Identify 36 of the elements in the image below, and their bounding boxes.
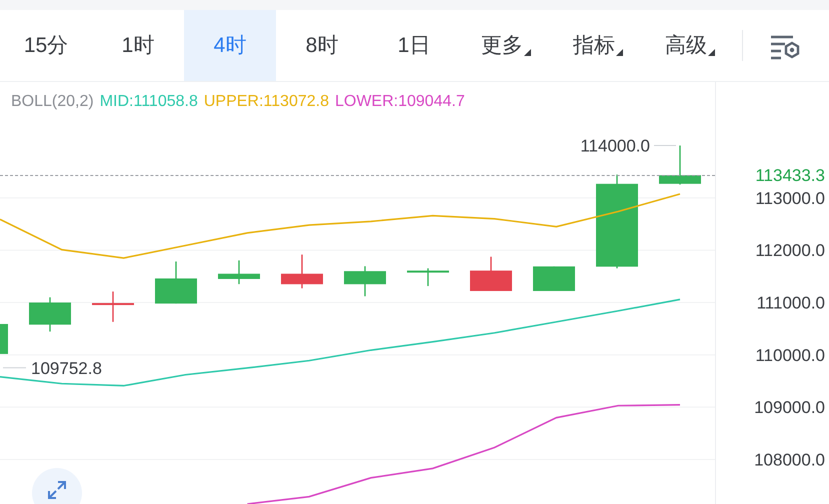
timeframe-tab[interactable]: 高级 [644,10,736,81]
candlestick [344,266,386,296]
timeframe-tab[interactable]: 15分 [0,10,92,81]
axis-label: 112000.0 [755,241,825,260]
timeframe-tab[interactable]: 1日 [368,10,460,81]
candlestick [281,254,323,288]
candlestick [470,256,512,291]
candlestick [92,292,134,322]
expand-icon [47,480,67,500]
candlestick [407,268,449,286]
candlestick [218,260,260,284]
leader-line [654,145,676,146]
indicator-value: UPPER:113072.8 [204,92,329,112]
axis-label: 113000.0 [755,188,825,208]
candlestick [29,297,71,332]
indicator-value: LOWER:109044.7 [334,92,465,112]
indicator-value: MID:111058.8 [100,92,198,112]
axis-label: 110000.0 [755,346,825,365]
expand-button[interactable] [32,468,82,504]
axis-label: 108000.0 [754,450,825,470]
timeframe-tab[interactable]: 更多 [460,10,552,81]
axis-label: 109000.0 [754,398,825,418]
candlestick [659,146,701,185]
high-price-label: 114000.0 [580,136,650,156]
indicator-name: BOLL(20,2) [11,92,94,112]
axis-label: 111000.0 [756,294,825,313]
candlestick [155,262,197,304]
timeframe-tab[interactable]: 8时 [276,10,368,81]
candlestick [533,266,575,291]
leader-line [2,367,26,368]
timeframe-tab[interactable]: 4时 [184,10,276,81]
timeframe-tab[interactable]: 指标 [552,10,644,81]
low-price-label: 109752.8 [31,358,102,378]
last-price-label: 113433.3 [755,166,825,186]
candlestick [0,324,8,354]
timeframe-tab[interactable]: 1时 [92,10,184,81]
